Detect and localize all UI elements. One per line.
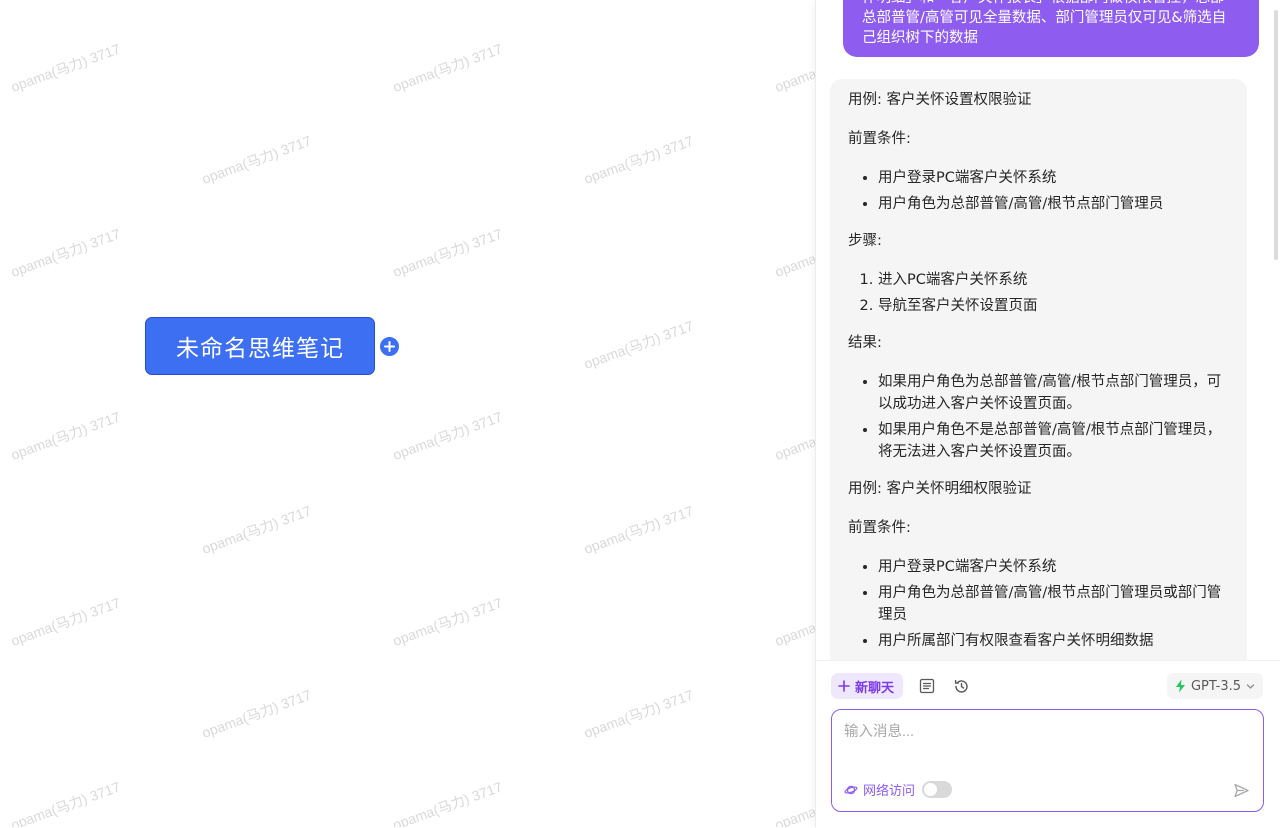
watermark: opama(马力) 3717 (390, 594, 505, 649)
watermark: opama(马力) 3717 (581, 132, 696, 187)
chevron-down-icon (1246, 683, 1255, 689)
mindmap-canvas[interactable]: opama(马力) 3717 opama(马力) 3717 opama(马力) … (0, 0, 815, 827)
new-chat-button[interactable]: 新聊天 (831, 673, 904, 699)
chat-input-area: 新聊天 GPT-3.5 输入消息... 网络访问 (816, 660, 1280, 828)
list-item: 用户所属部门有权限查看客户关怀明细数据 (878, 630, 1229, 652)
watermark: opama(马力) 3717 (8, 408, 123, 463)
precondition-list: 用户登录PC端客户关怀系统 用户角色为总部普管/高管/根节点部门管理员或部门管理… (848, 556, 1229, 652)
watermark: opama(马力) 3717 (772, 408, 815, 463)
watermark: opama(马力) 3717 (390, 408, 505, 463)
user-message-line: 总部普管/高管可见全量数据、部门管理员仅可见&筛选自 (862, 10, 1227, 26)
watermark: opama(马力) 3717 (8, 225, 123, 280)
watermark: opama(马力) 3717 (581, 686, 696, 741)
document-list-icon (919, 678, 935, 694)
planet-icon (844, 785, 858, 794)
list-item: 导航至客户关怀设置页面 (878, 295, 1229, 317)
mindmap-root-node[interactable]: 未命名思维笔记 (145, 317, 375, 375)
message-composer: 网络访问 (831, 709, 1264, 812)
section-label: 结果: (848, 335, 882, 351)
section-label: 前置条件: (848, 520, 911, 536)
assistant-message: 用例: 客户关怀设置权限验证 前置条件: 用户登录PC端客户关怀系统 用户角色为… (830, 79, 1247, 660)
watermark: opama(马力) 3717 (390, 778, 505, 827)
plus-circle-icon (384, 341, 395, 352)
list-item: 用户登录PC端客户关怀系统 (878, 167, 1229, 189)
history-clock-icon (954, 679, 968, 693)
notes-button[interactable] (914, 673, 940, 699)
watermark: opama(马力) 3717 (199, 132, 314, 187)
result-list: 如果用户角色为总部普管/高管/根节点部门管理员，可以成功进入客户关怀设置页面。 … (848, 371, 1229, 463)
section-label: 前置条件: (848, 131, 911, 147)
list-item: 用户角色为总部普管/高管/根节点部门管理员或部门管理员 (878, 582, 1229, 626)
send-icon (1233, 783, 1249, 797)
web-access-control: 网络访问 (844, 780, 953, 799)
user-message-line: 怀明细」和「客户关怀报表」根据部门做权限管控，总部 (862, 0, 1241, 8)
watermark: opama(马力) 3717 (581, 502, 696, 557)
send-button[interactable] (1231, 780, 1251, 800)
watermark: opama(马力) 3717 (390, 225, 505, 280)
watermark: opama(马力) 3717 (772, 778, 815, 827)
watermark: opama(马力) 3717 (772, 594, 815, 649)
root-node-label: 未命名思维笔记 (176, 336, 344, 362)
section-label: 步骤: (848, 233, 882, 249)
chat-scrollbar[interactable] (1274, 10, 1278, 260)
plus-icon (838, 680, 850, 692)
list-item: 用户角色为总部普管/高管/根节点部门管理员 (878, 193, 1229, 215)
watermark: opama(马力) 3717 (8, 594, 123, 649)
case-title: 用例: 客户关怀明细权限验证 (848, 481, 1032, 497)
watermark: opama(马力) 3717 (772, 40, 815, 95)
list-item: 进入PC端客户关怀系统 (878, 269, 1229, 291)
steps-list: 进入PC端客户关怀系统 导航至客户关怀设置页面 (848, 269, 1229, 317)
history-button[interactable] (948, 673, 974, 699)
web-access-toggle[interactable] (922, 781, 953, 798)
model-label: GPT-3.5 (1190, 678, 1241, 694)
lightning-icon (1175, 679, 1185, 693)
list-item: 如果用户角色为总部普管/高管/根节点部门管理员，可以成功进入客户关怀设置页面。 (878, 371, 1229, 415)
ai-chat-panel: 怀明细」和「客户关怀报表」根据部门做权限管控，总部 总部普管/高管可见全量数据、… (815, 0, 1280, 828)
list-item: 用户登录PC端客户关怀系统 (878, 556, 1229, 578)
list-item: 如果用户角色不是总部普管/高管/根节点部门管理员，将无法进入客户关怀设置页面。 (878, 419, 1229, 463)
watermark: opama(马力) 3717 (8, 778, 123, 827)
user-message-bubble: 怀明细」和「客户关怀报表」根据部门做权限管控，总部 总部普管/高管可见全量数据、… (843, 0, 1259, 57)
message-input[interactable] (842, 718, 1256, 772)
watermark: opama(马力) 3717 (199, 502, 314, 557)
watermark: opama(马力) 3717 (390, 40, 505, 95)
case-title: 用例: 客户关怀设置权限验证 (848, 92, 1032, 108)
watermark: opama(马力) 3717 (8, 40, 123, 95)
user-message-line: 己组织树下的数据 (862, 30, 978, 46)
watermark: opama(马力) 3717 (199, 686, 314, 741)
new-chat-label: 新聊天 (855, 680, 895, 696)
precondition-list: 用户登录PC端客户关怀系统 用户角色为总部普管/高管/根节点部门管理员 (848, 167, 1229, 215)
watermark: opama(马力) 3717 (581, 317, 696, 372)
web-access-label: 网络访问 (863, 784, 916, 799)
add-child-node-button[interactable] (378, 335, 401, 358)
watermark: opama(马力) 3717 (772, 225, 815, 280)
model-selector[interactable]: GPT-3.5 (1166, 673, 1263, 699)
